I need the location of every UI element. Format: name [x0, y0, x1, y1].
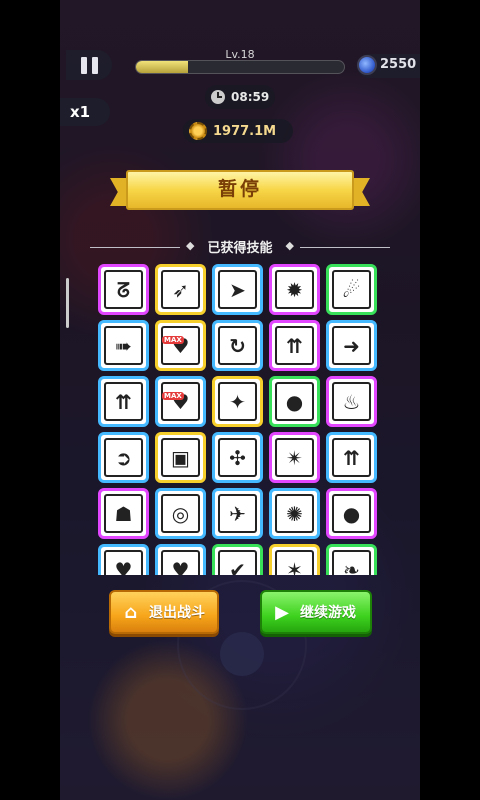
skill-slot[interactable]: ♨ [326, 376, 377, 427]
feather-icon: ❧ [332, 550, 371, 575]
heart-max-icon: ♥ [161, 382, 200, 421]
explosion-icon: ✺ [275, 494, 314, 533]
leaf-icon: ✔ [218, 550, 257, 575]
skill-slot[interactable]: ◎ [155, 488, 206, 539]
pause-icon-bar [91, 56, 98, 74]
exit-battle-label: 退出战斗 [149, 605, 205, 621]
skill-slot[interactable]: ✺ [269, 488, 320, 539]
skill-slot[interactable]: ● [269, 376, 320, 427]
continue-game-label: 继续游戏 [300, 605, 356, 621]
yellow-blob-icon: ● [275, 382, 314, 421]
skill-slot[interactable]: ♥ [98, 544, 149, 575]
timer: 08:59 [205, 85, 275, 109]
skills-grid-viewport[interactable]: ᘔ ➶ ➤ ✹ ☄ ➠ ♥ MAX ↻ ⇈ ➜ ⇈ ♥ MAX ✦ ● ♨ ➲ ▣ ✣ ✴ ⇈ ☗ ◎ ✈ ✺ ● ♥ ♥ ✔ ✶ ❧ [98, 264, 382, 575]
skill-slot[interactable]: ▣ [155, 432, 206, 483]
swirl-icon: ↻ [218, 326, 257, 365]
skill-slot[interactable]: ✔ [212, 544, 263, 575]
skill-slot[interactable]: ✴ [269, 432, 320, 483]
xp-progress-bar [135, 60, 345, 74]
skill-slot[interactable]: ➶ [155, 264, 206, 315]
runner-icon: ☄ [332, 270, 371, 309]
heart-icon: ♥ [104, 550, 143, 575]
skill-slot[interactable]: ❧ [326, 544, 377, 575]
continue-game-button[interactable]: ▶ 继续游戏 [260, 590, 372, 634]
skill-slot[interactable]: ⇈ [98, 376, 149, 427]
shuriken-icon: ✦ [218, 382, 257, 421]
skills-grid: ᘔ ➶ ➤ ✹ ☄ ➠ ♥ MAX ↻ ⇈ ➜ ⇈ ♥ MAX ✦ ● ♨ ➲ ▣ ✣ ✴ ⇈ ☗ ◎ ✈ ✺ ● ♥ ♥ ✔ ✶ ❧ [98, 264, 382, 575]
skill-slot[interactable]: ➜ [326, 320, 377, 371]
black-bomb-icon: ● [332, 494, 371, 533]
fire-demon-icon: ♨ [332, 382, 371, 421]
pause-title: 暂停 [217, 178, 262, 200]
skill-slot[interactable]: ♥ [155, 544, 206, 575]
diamond-deco-icon: ◆ [285, 239, 294, 252]
xp-progress-fill [136, 61, 188, 73]
double-arrow-up-icon: ⇈ [104, 382, 143, 421]
skill-slot[interactable]: ⇈ [269, 320, 320, 371]
skill-slot[interactable]: ● [326, 488, 377, 539]
target-icon: ◎ [161, 494, 200, 533]
home-icon: ⌂ [124, 601, 138, 623]
timer-text: 08:59 [231, 90, 270, 104]
skill-slot[interactable]: ⇈ [326, 432, 377, 483]
skills-header: ◆ 已获得技能 ◆ [90, 237, 390, 257]
skill-slot[interactable]: ➤ [212, 264, 263, 315]
skill-slot[interactable]: ☗ [98, 488, 149, 539]
triple-arrow-icon: ⇈ [275, 326, 314, 365]
skill-slot[interactable]: ➲ [98, 432, 149, 483]
skills-title: 已获得技能 [207, 241, 273, 256]
tri-blade-icon: ✣ [218, 438, 257, 477]
skill-slot[interactable]: ✹ [269, 264, 320, 315]
game-screen: x1 Lv.18 2550 08:59 1977.1M 暂停 ◆ 已获得技能 ◆… [60, 0, 420, 800]
yellow-arrow-icon: ➜ [332, 326, 371, 365]
double-arrow-up-icon: ⇈ [332, 438, 371, 477]
coin-count: 1977.1M [213, 123, 277, 139]
bomb-icon: ✹ [275, 270, 314, 309]
coin-icon [189, 122, 207, 140]
skill-slot[interactable]: ↻ [212, 320, 263, 371]
pause-icon-bar [80, 56, 87, 74]
heart-max-icon: ♥ [161, 326, 200, 365]
coin-counter: 1977.1M [183, 119, 293, 143]
skill-slot[interactable]: ✣ [212, 432, 263, 483]
clock-icon [211, 90, 225, 104]
heart-icon: ♥ [161, 550, 200, 575]
skill-slot[interactable]: ☄ [326, 264, 377, 315]
star-icon: ✶ [275, 550, 314, 575]
divider-left [90, 247, 180, 248]
diamond-deco-icon: ◆ [186, 239, 195, 252]
max-badge: MAX [162, 336, 184, 344]
skill-slot[interactable]: ✈ [212, 488, 263, 539]
max-badge: MAX [162, 392, 184, 400]
divider-right [300, 247, 390, 248]
play-icon: ▶ [275, 601, 289, 623]
dash-arrow-icon: ➤ [218, 270, 257, 309]
claw-hook-icon: ᘔ [104, 270, 143, 309]
jump-icon: ✈ [218, 494, 257, 533]
skill-slot[interactable]: ♥ MAX [155, 376, 206, 427]
letterbox-left [0, 0, 60, 800]
skill-slot[interactable]: ✶ [269, 544, 320, 575]
letterbox-right [420, 0, 480, 800]
scrollbar[interactable] [66, 278, 69, 328]
speed-multiplier[interactable]: x1 [60, 98, 110, 126]
skill-slot[interactable]: ᘔ [98, 264, 149, 315]
skill-slot[interactable]: ✦ [212, 376, 263, 427]
gem-icon [357, 55, 377, 75]
gem-count: 2550 [380, 57, 417, 72]
pause-banner: 暂停 [110, 170, 370, 210]
skill-slot[interactable]: ➠ [98, 320, 149, 371]
skill-slot[interactable]: ♥ MAX [155, 320, 206, 371]
bow-arrow-icon: ➶ [161, 270, 200, 309]
blue-arrow-icon: ➠ [104, 326, 143, 365]
box-icon: ▣ [161, 438, 200, 477]
lightning-star-icon: ✴ [275, 438, 314, 477]
pause-button[interactable] [66, 50, 112, 80]
exit-battle-button[interactable]: ⌂ 退出战斗 [109, 590, 219, 634]
orange-arrow-icon: ➲ [104, 438, 143, 477]
shield-man-icon: ☗ [104, 494, 143, 533]
